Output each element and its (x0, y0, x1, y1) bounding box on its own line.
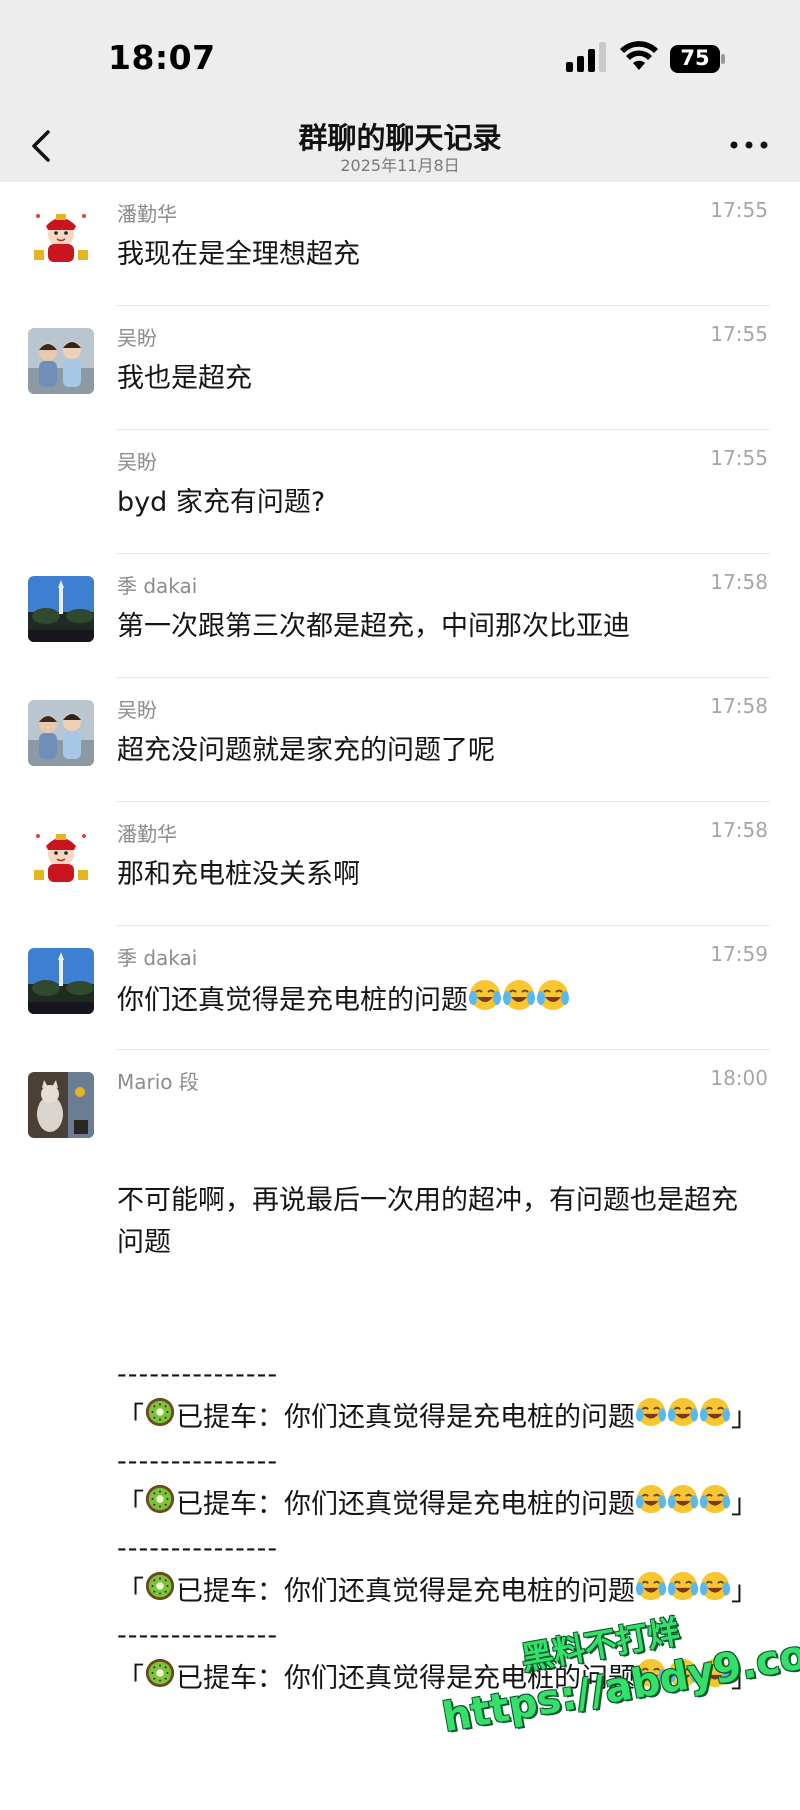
sender-name: 季 dakai (117, 574, 198, 598)
message-time: 17:59 (710, 942, 768, 966)
fortune-god-avatar[interactable] (28, 204, 94, 270)
message-text: 超充没问题就是家充的问题了呢 (117, 735, 495, 766)
message-text: byd 家充有问题? (117, 487, 326, 518)
message-text: 你们还真觉得是充电桩的问题 (117, 978, 762, 1025)
status-time: 18:07 (108, 38, 216, 77)
quote-open-bracket: 「 (117, 1576, 144, 1607)
message-body: 不可能啊，再说最后一次用的超冲，有问题也是超充问题 (117, 1185, 738, 1258)
quote-open-bracket: 「 (117, 1663, 144, 1694)
message-text: 那和充电桩没关系啊 (117, 859, 360, 890)
cat-photo-avatar[interactable] (28, 1072, 94, 1138)
message-text: 第一次跟第三次都是超充，中间那次比亚迪 (117, 611, 630, 642)
laughing-tears-emoji-icon (699, 1570, 731, 1615)
laughing-tears-emoji-icon (536, 978, 570, 1025)
more-options-icon[interactable] (726, 130, 772, 160)
sender-name: 季 dakai (117, 946, 198, 970)
battery-level: 75 (680, 46, 710, 70)
quote-separator: --------------- (117, 1533, 279, 1564)
message-time: 17:58 (710, 818, 768, 842)
quote-close-bracket: 」 (731, 1489, 758, 1520)
kids-photo-avatar[interactable] (28, 328, 94, 394)
kids-photo-avatar[interactable] (28, 700, 94, 766)
message-text: 我现在是全理想超充 (117, 239, 360, 270)
quoted-message[interactable]: 「 已提车：你们还真觉得是充电桩的问题 」 (117, 1396, 762, 1441)
sender-name: 吴盼 (117, 450, 157, 474)
quote-close-bracket: 」 (731, 1576, 758, 1607)
laughing-tears-emoji-icon (667, 1396, 699, 1441)
quoted-text: 已提车：你们还真觉得是充电桩的问题 (176, 1576, 635, 1607)
message-item: 吴盼 17:55 我也是超充 (0, 306, 800, 430)
status-bar: 18:07 75 (0, 0, 800, 110)
message-item: 吴盼 17:55 byd 家充有问题? (0, 430, 800, 554)
kiwi-emoji-icon (144, 1570, 176, 1615)
sender-name: Mario 段 (117, 1070, 199, 1094)
sender-name: 吴盼 (117, 326, 157, 350)
laughing-tears-emoji-icon (502, 978, 536, 1025)
quoted-message[interactable]: 「 已提车：你们还真觉得是充电桩的问题 」 (117, 1483, 762, 1528)
page-title: 群聊的聊天记录 (298, 121, 502, 155)
sender-name: 潘勤华 (117, 202, 177, 226)
sender-name: 吴盼 (117, 698, 157, 722)
laughing-tears-emoji-icon (468, 978, 502, 1025)
message-item: 吴盼 17:58 超充没问题就是家充的问题了呢 (0, 678, 800, 802)
kiwi-emoji-icon (144, 1657, 176, 1702)
laughing-tears-emoji-icon (699, 1483, 731, 1528)
message-text: 我也是超充 (117, 363, 252, 394)
message-time: 17:58 (710, 570, 768, 594)
battery-icon: 75 (670, 45, 726, 73)
kiwi-emoji-icon (144, 1483, 176, 1528)
quote-open-bracket: 「 (117, 1489, 144, 1520)
message-item: 季 dakai 17:59 你们还真觉得是充电桩的问题 (0, 926, 800, 1050)
message-time: 18:00 (710, 1066, 768, 1090)
message-time: 17:55 (710, 446, 768, 470)
message-item: 潘勤华 17:58 那和充电桩没关系啊 (0, 802, 800, 926)
page-date: 2025年11月8日 (340, 156, 460, 175)
message-time: 17:55 (710, 322, 768, 346)
quote-separator: --------------- (117, 1359, 279, 1390)
message-time: 17:58 (710, 694, 768, 718)
laughing-tears-emoji-icon (667, 1483, 699, 1528)
message-list[interactable]: 潘勤华 17:55 我现在是全理想超充 吴盼 17:55 我也是超充 吴盼 17… (0, 182, 800, 1810)
cellular-signal-icon (566, 42, 606, 72)
fortune-god-avatar[interactable] (28, 824, 94, 890)
laughing-tears-emoji-icon (635, 1483, 667, 1528)
landscape-avatar[interactable] (28, 948, 94, 1014)
message-time: 17:55 (710, 198, 768, 222)
sender-name: 潘勤华 (117, 822, 177, 846)
quoted-text: 已提车：你们还真觉得是充电桩的问题 (176, 1402, 635, 1433)
message-item: 潘勤华 17:55 我现在是全理想超充 (0, 182, 800, 306)
quote-open-bracket: 「 (117, 1402, 144, 1433)
laughing-tears-emoji-icon (635, 1396, 667, 1441)
laughing-tears-emoji-icon (699, 1396, 731, 1441)
message-item: 季 dakai 17:58 第一次跟第三次都是超充，中间那次比亚迪 (0, 554, 800, 678)
nav-bar: 群聊的聊天记录 2025年11月8日 (0, 110, 800, 182)
quote-separator: --------------- (117, 1446, 279, 1477)
wifi-icon (620, 41, 658, 70)
kiwi-emoji-icon (144, 1396, 176, 1441)
quoted-text: 已提车：你们还真觉得是充电桩的问题 (176, 1489, 635, 1520)
landscape-avatar[interactable] (28, 576, 94, 642)
quote-close-bracket: 」 (731, 1402, 758, 1433)
message-body: 你们还真觉得是充电桩的问题 (117, 985, 468, 1016)
